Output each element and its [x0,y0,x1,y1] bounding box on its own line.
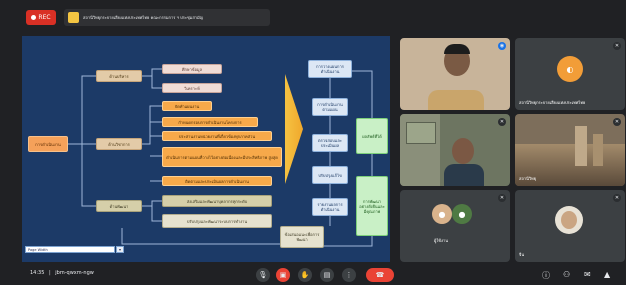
middle-item: ดำเนินการตามแผนที่วางไว้อย่างต่อเนื่องแล… [162,147,282,167]
flow-step: การวางแผนการดำเนินงาน [308,60,352,78]
record-dot-icon [31,15,37,20]
participant-name: สถานีวิทยุกระจายเสียงแห่งประเทศไทย [519,100,586,105]
activities-icon[interactable]: ▲ [604,270,610,279]
mic-off-icon: ✕ [613,194,621,202]
bottom-toolbar: 14:35 | jbm-qwxm-ngw 🎙 ▣ ✋ ▤ ⋮ ☎ ⓘ ⚇ ✉ ▲ [0,265,626,285]
recording-button[interactable]: REC [26,10,56,25]
participant-figure [444,164,484,186]
station-logo-avatar: ◐ [557,56,583,82]
participant-tile[interactable]: ◉ [400,38,510,110]
participant-avatar: ● [452,204,472,224]
meeting-code: jbm-qwxm-ngw [55,270,94,276]
participant-avatar: ● [432,204,452,224]
middle-item: ประสานงานหน่วยงานที่เกี่ยวข้องทุกภาคส่วน [162,131,272,141]
participant-tile[interactable]: ◐ ✕ สถานีวิทยุกระจายเสียงแห่งประเทศไทย [515,38,625,110]
participant-figure [428,90,484,110]
participant-tile[interactable]: ✕ สถานีวิทยุ [515,114,625,186]
participant-tile[interactable]: ✕ จีน [515,190,625,262]
category-node: ด้านพัฒนา [96,200,142,212]
raise-hand-icon: ✋ [300,271,310,279]
meeting-title: สถานีวิทยุกระจายเสียงแห่งประเทศไทย คณะกร… [83,15,204,20]
leave-call-button[interactable]: ☎ [366,268,394,282]
root-node: การดำเนินงาน [28,136,68,152]
participant-hair [444,44,470,54]
meeting-time: 14:35 | jbm-qwxm-ngw [30,270,94,276]
zoom-select[interactable]: Page Width [25,246,115,253]
participant-name: ผู้ใช้งาน [434,238,448,243]
flow-step: ตรวจสอบและประเมินผล [312,134,348,152]
present-icon: ▤ [323,271,331,279]
mic-off-icon: ✕ [613,42,621,50]
flow-step: การดำเนินงานตามแผน [312,98,348,116]
flow-step: ปรับปรุงแก้ไข [312,166,348,184]
building-shape [575,126,587,166]
mic-active-icon: ◉ [498,42,506,50]
mic-icon: 🎙 [258,271,268,279]
category-node: ด้านบริหาร [96,70,142,82]
more-options-button[interactable]: ⋮ [342,268,356,282]
participant-tile[interactable]: ✕ [400,114,510,186]
meeting-icon [68,12,79,23]
participant-name: สถานีวิทยุ [519,176,537,181]
participant-avatar [555,206,583,234]
participant-face [452,138,474,164]
chat-icon[interactable]: ✉ [584,270,591,279]
result-node: การพัฒนาอย่างยั่งยืนและมีคุณภาพ [356,176,388,236]
mic-off-icon: ✕ [498,194,506,202]
participant-name: จีน [519,252,525,257]
raise-hand-button[interactable]: ✋ [298,268,312,282]
middle-item: ติดตามและประเมินผลการดำเนินงาน [162,176,272,186]
mic-off-icon: ✕ [613,118,621,126]
window-frame [406,122,436,144]
participant-tile[interactable]: ● ● ✕ ผู้ใช้งาน [400,190,510,262]
building-shape [593,134,603,166]
bottom-item: ส่งเสริมและพัฒนาบุคลากรทุกระดับ [162,195,272,207]
middle-item: กำหนดกรอบการดำเนินงานโครงการ [162,117,258,127]
more-icon: ⋮ [345,271,353,279]
top-item: ศึกษาข้อมูล [162,64,222,74]
shared-presentation: การดำเนินงาน ด้านบริหาร ด้านวิชาการ ด้าน… [22,36,390,262]
top-item: วิเคราะห์ [162,83,222,93]
camera-icon: ▣ [279,271,287,279]
present-button[interactable]: ▤ [320,268,334,282]
avatar-face [561,211,577,229]
zoom-dropdown-button[interactable]: ▾ [116,246,124,253]
result-node: ผลลัพธ์ที่ได้ [356,118,388,154]
people-icon[interactable]: ⚇ [563,270,570,279]
camera-button[interactable]: ▣ [276,268,290,282]
clock-time: 14:35 [30,270,45,276]
mic-off-icon: ✕ [498,118,506,126]
middle-item: จัดทำแผนงาน [162,101,212,111]
recording-label: REC [38,14,51,21]
feedback-node: ข้อเสนอแนะเพื่อการพัฒนา [280,226,324,248]
category-node: ด้านวิชาการ [96,138,142,150]
meeting-title-bar: สถานีวิทยุกระจายเสียงแห่งประเทศไทย คณะกร… [64,9,270,26]
bottom-item: ปรับปรุงและพัฒนาระบบการทำงาน [162,214,272,228]
flow-step: รายงานผลการดำเนินงาน [312,198,348,216]
leave-icon: ☎ [375,271,385,279]
mic-button[interactable]: 🎙 [256,268,270,282]
top-bar: REC สถานีวิทยุกระจายเสียงแห่งประเทศไทย ค… [0,0,626,30]
info-icon[interactable]: ⓘ [542,270,550,281]
